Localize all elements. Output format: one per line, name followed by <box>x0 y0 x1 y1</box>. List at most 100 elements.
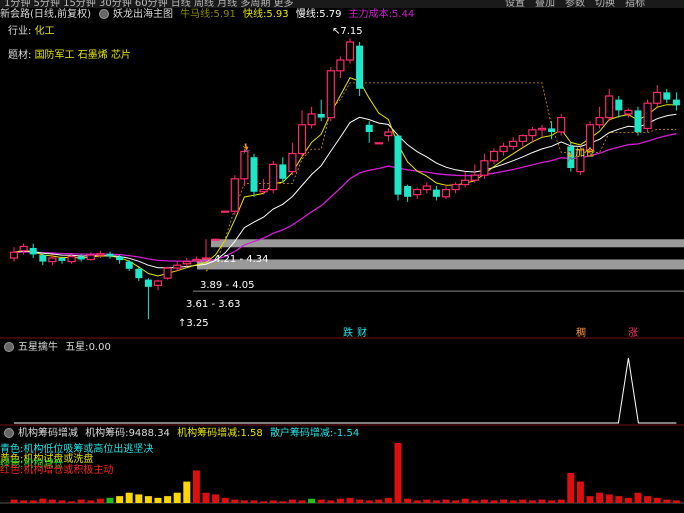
chip-bar <box>260 501 268 503</box>
candle-body-down <box>394 135 402 195</box>
candle-body-up <box>96 253 105 256</box>
stock-chart[interactable]: ↖7.15 4.21 - 4.34 3.89 - 4.05 3.61 - 3.63 ↑3… <box>0 0 684 513</box>
chip-bar <box>96 498 104 503</box>
chip-bar <box>269 500 277 503</box>
candle-body-up <box>480 160 489 176</box>
candle-body-down <box>125 261 133 269</box>
candle-body-down <box>615 99 623 111</box>
candle-body-up <box>374 142 383 145</box>
annot-jiacang: 加仓 <box>575 146 595 159</box>
chip-bar <box>490 500 498 503</box>
candle-body-up <box>336 59 345 72</box>
candle-body-up <box>9 251 19 259</box>
chip-bar <box>68 501 76 503</box>
candle-body-down <box>356 45 364 89</box>
annot-range-2: 3.89 - 4.05 <box>200 280 255 291</box>
candle-body-up <box>221 210 230 213</box>
chip-bar <box>404 498 412 503</box>
chip-bar <box>413 500 421 503</box>
chip-bar <box>221 497 229 503</box>
candle-body-down <box>106 253 114 257</box>
chip-bar <box>500 499 508 503</box>
candle-body-up <box>259 189 268 193</box>
candle-body-up <box>413 189 422 196</box>
chip-bar <box>663 499 671 503</box>
candle-body-down <box>250 157 258 192</box>
candle-body-up <box>48 257 57 263</box>
candle-body-up <box>345 41 355 61</box>
chip-bar <box>164 496 172 503</box>
candle-body-up <box>211 238 220 241</box>
chip-bar <box>471 500 479 503</box>
chip-bar <box>298 500 306 503</box>
annot-range-3: 3.61 - 3.63 <box>186 299 241 310</box>
candle-body-down <box>672 99 680 106</box>
candle-body-down <box>58 258 66 261</box>
candle-body-up <box>230 178 239 212</box>
support-band-2 <box>197 259 684 270</box>
chip-bar <box>231 499 239 503</box>
chip-bar <box>106 497 114 503</box>
chip-bar <box>183 481 191 503</box>
chip-bar <box>10 499 18 503</box>
candle-body-up <box>489 150 499 162</box>
chip-bar <box>375 499 383 503</box>
tag-chou: 稠 <box>576 326 586 339</box>
candle-body-up <box>153 280 163 286</box>
chip-bar <box>116 496 124 503</box>
chip-bar <box>461 498 469 503</box>
candle-body-up <box>67 255 76 263</box>
chip-bar <box>327 500 335 503</box>
candle-body-up <box>422 185 431 191</box>
candle-body-up <box>163 267 172 279</box>
chip-bar <box>480 499 488 503</box>
chip-bar <box>567 473 575 503</box>
chip-bar <box>605 494 613 503</box>
candle-body-down <box>77 256 85 260</box>
chip-bar <box>58 500 66 503</box>
chip-bar <box>423 499 431 503</box>
candle-body-down <box>432 189 440 197</box>
chip-bar <box>317 499 325 503</box>
candle-body-up <box>518 135 527 142</box>
five-star-line <box>14 357 677 424</box>
chip-bar <box>548 500 556 503</box>
signal-red: 红色:机构增仓或积极主动 <box>0 465 114 476</box>
chip-bar <box>432 500 440 503</box>
chip-bar <box>346 497 354 503</box>
candle-body-up <box>288 153 297 173</box>
candle-body-up <box>557 116 566 133</box>
candle-body-up <box>451 183 460 191</box>
candle-body-up <box>86 254 95 261</box>
chip-bar <box>288 499 296 503</box>
candle-body-up <box>605 95 614 119</box>
candle-body-up <box>384 131 393 137</box>
candle-body-up <box>499 145 508 153</box>
chip-bar <box>596 492 604 503</box>
tag-die: 跌 <box>343 326 353 339</box>
candle-body-down <box>404 186 412 197</box>
chip-bar <box>644 496 652 503</box>
chip-bar <box>394 443 402 503</box>
candle-body-up <box>182 261 191 265</box>
runner-icon-1: 🏃 <box>240 142 252 155</box>
chip-bar <box>557 499 565 503</box>
chip-bar <box>538 499 546 503</box>
chip-bar <box>135 494 143 503</box>
candle-body-down <box>317 114 325 118</box>
candle-body-up <box>595 116 604 126</box>
candle-body-up <box>307 113 316 126</box>
chip-bar <box>308 498 316 503</box>
chip-bar <box>634 492 642 503</box>
annot-range-1: 4.21 - 4.34 <box>214 254 269 265</box>
chip-bar <box>519 499 527 503</box>
candle-body-down <box>548 128 556 132</box>
candle-body-up <box>326 70 335 119</box>
annot-low: ↑3.25 <box>178 318 209 329</box>
candle-body-down <box>634 110 642 132</box>
chip-bar <box>192 470 200 503</box>
candle-body-up <box>173 264 182 269</box>
chip-bar <box>624 497 632 503</box>
chip-bar <box>384 497 392 503</box>
candle-body-down <box>135 268 143 279</box>
